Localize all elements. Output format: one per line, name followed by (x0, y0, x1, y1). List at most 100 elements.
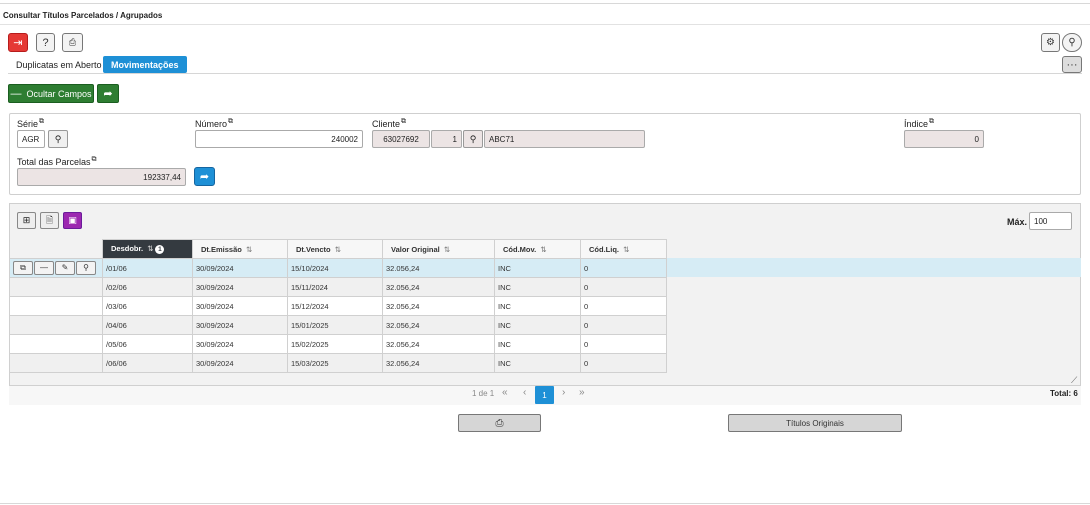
hide-fields-label: Ocultar Campos (26, 88, 92, 99)
cell: 30/09/2024 (192, 296, 288, 316)
copy-row-button[interactable]: ⧉ (13, 261, 33, 276)
tabs-divider (8, 73, 1082, 74)
numero-input[interactable]: 240002 (195, 130, 363, 148)
remove-row-button[interactable]: — (34, 260, 54, 275)
print-icon: ⎙ (495, 417, 504, 429)
cell: /04/06 (102, 315, 193, 335)
tab-movimentacoes[interactable]: Movimentações (103, 56, 187, 73)
print-report-button[interactable]: ⎙ (458, 414, 541, 432)
search-icon: ⚲ (1068, 37, 1076, 48)
cell: 15/03/2025 (287, 353, 383, 373)
original-titles-button[interactable]: Títulos Originais (728, 414, 902, 432)
cell: 30/09/2024 (192, 258, 288, 278)
row-actions (9, 277, 103, 297)
table-row[interactable]: /02/06 30/09/2024 15/11/2024 32.056,24 I… (9, 277, 667, 297)
cell: INC (494, 353, 581, 373)
cliente-code-field[interactable]: 63027692 (372, 130, 430, 148)
export-button[interactable]: 🗎 (40, 212, 59, 229)
cell: /01/06 (102, 258, 193, 278)
search-button[interactable]: ⚲ (1062, 33, 1082, 52)
column-header[interactable]: Cód.Liq. ⇅ (580, 239, 667, 259)
table-row[interactable]: /05/06 30/09/2024 15/02/2025 32.056,24 I… (9, 334, 667, 354)
exit-icon: ⇥ (13, 37, 23, 49)
total-parcelas-label: Total das Parcelas⧉ (17, 156, 97, 167)
image-icon: ▣ (68, 215, 77, 225)
cell: 15/10/2024 (287, 258, 383, 278)
search-icon: ⚲ (54, 133, 62, 144)
help-icon: ? (42, 36, 49, 49)
max-label: Máx. (1007, 217, 1028, 227)
grid-layout-button[interactable]: ⊞ (17, 212, 36, 229)
grid-layout-icon: ⊞ (22, 215, 31, 225)
share-button[interactable]: ➦ (97, 84, 119, 103)
pager-info: 1 de 1 (472, 389, 495, 398)
cell: /03/06 (102, 296, 193, 316)
cell: 32.056,24 (382, 334, 495, 354)
serie-search-button[interactable]: ⚲ (48, 130, 68, 148)
search-icon: ⚲ (469, 133, 477, 144)
serie-label: Série⧉ (17, 118, 45, 129)
cliente-search-button[interactable]: ⚲ (463, 130, 483, 148)
tab-duplicatas-em-aberto[interactable]: Duplicatas em Aberto (8, 56, 110, 73)
image-button[interactable]: ▣ (63, 212, 82, 229)
total-parcelas-action-button[interactable]: ➦ (194, 167, 215, 186)
gear-icon: ⚙ (1046, 37, 1055, 48)
table-row[interactable]: /03/06 30/09/2024 15/12/2024 32.056,24 I… (9, 296, 667, 316)
pager-current-page[interactable]: 1 (535, 386, 554, 404)
cell: 30/09/2024 (192, 315, 288, 335)
cell: 30/09/2024 (192, 277, 288, 297)
view-row-button[interactable]: ⚲ (76, 260, 96, 275)
settings-button[interactable]: ⚙ (1041, 33, 1060, 52)
column-header[interactable]: Dt.Emissão ⇅ (192, 239, 288, 259)
cliente-label: Cliente⧉ (372, 118, 407, 129)
print-button[interactable]: ⎙ (62, 33, 83, 52)
actions-header (9, 239, 103, 259)
cell: INC (494, 296, 581, 316)
row-actions (9, 334, 103, 354)
cell: 32.056,24 (382, 296, 495, 316)
max-input[interactable]: 100 (1029, 212, 1072, 230)
results-table: Desdobr. ⇅ 1 Dt.Emissão ⇅ Dt.Vencto ⇅ Valor … (9, 239, 667, 373)
column-header[interactable]: Dt.Vencto ⇅ (287, 239, 383, 259)
cell: 0 (580, 315, 667, 335)
selected-row-highlight (666, 258, 1081, 277)
row-actions (9, 315, 103, 335)
hide-fields-button[interactable]: — Ocultar Campos (8, 84, 94, 103)
more-button[interactable]: ··· (1062, 56, 1082, 73)
pager-next-button[interactable]: › (562, 387, 565, 398)
edit-row-button[interactable]: ✎ (55, 260, 75, 275)
cell: INC (494, 258, 581, 278)
cell: 0 (580, 277, 667, 297)
export-icon: 🗎 (45, 214, 54, 225)
top-divider (0, 3, 1090, 4)
cell: /02/06 (102, 277, 193, 297)
share-arrow-icon: ➦ (199, 171, 210, 183)
cell: 0 (580, 258, 667, 278)
minus-icon: — (10, 87, 22, 100)
pager-prev-button[interactable]: ‹ (523, 387, 526, 398)
pager-first-button[interactable]: « (502, 387, 508, 398)
cliente-seq-field[interactable]: 1 (431, 130, 462, 148)
cell: 0 (580, 296, 667, 316)
grid-total: Total: 6 (1050, 389, 1078, 398)
table-row[interactable]: /06/06 30/09/2024 15/03/2025 32.056,24 I… (9, 353, 667, 373)
row-actions: ⧉ — ✎ ⚲ (9, 258, 103, 278)
table-row[interactable]: ⧉ — ✎ ⚲ /01/06 30/09/2024 15/10/2024 32.056… (9, 258, 667, 278)
total-parcelas-field: 192337,44 (17, 168, 186, 186)
cell: 0 (580, 334, 667, 354)
numero-label: Número⧉ (195, 118, 234, 129)
cell: /05/06 (102, 334, 193, 354)
exit-button[interactable]: ⇥ (8, 33, 28, 52)
indice-field: 0 (904, 130, 984, 148)
table-row[interactable]: /04/06 30/09/2024 15/01/2025 32.056,24 I… (9, 315, 667, 335)
column-header[interactable]: Valor Original ⇅ (382, 239, 495, 259)
help-button[interactable]: ? (36, 33, 55, 52)
edit-icon: ✎ (61, 263, 69, 273)
column-header[interactable]: Cód.Mov. ⇅ (494, 239, 581, 259)
cell: 30/09/2024 (192, 353, 288, 373)
cell: INC (494, 334, 581, 354)
title-divider (0, 24, 1090, 25)
column-header[interactable]: Desdobr. ⇅ 1 (102, 239, 193, 259)
pager-last-button[interactable]: » (579, 387, 585, 398)
serie-input[interactable]: AGR (17, 130, 45, 148)
